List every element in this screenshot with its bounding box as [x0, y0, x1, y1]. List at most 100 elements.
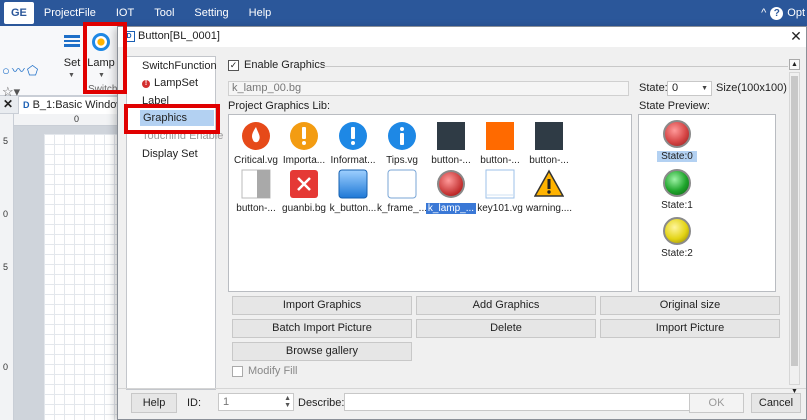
state-preview-list: State:0 State:1 State:2: [638, 114, 776, 292]
ruler-left: 5 0 5 0: [0, 114, 14, 420]
nav-item-label: LampSet: [154, 77, 199, 89]
state-preview-label: State:2: [661, 248, 693, 259]
document-tab[interactable]: D B_1:Basic Window: [18, 96, 130, 114]
ruler-left-tick: 0: [3, 362, 9, 372]
state-preview-item[interactable]: State:0: [657, 120, 697, 166]
collapse-ribbon-icon[interactable]: ^: [761, 7, 766, 19]
dialog-titlebar: D Button[BL_0001] ✕: [118, 27, 806, 47]
state-select[interactable]: 0 ▼: [667, 81, 712, 96]
chevron-down-icon: ▼: [68, 72, 75, 79]
modify-fill-checkbox[interactable]: [232, 365, 243, 377]
library-item-selected[interactable]: k_lamp_...: [426, 167, 476, 227]
nav-item-switchfunction[interactable]: SwitchFunction: [142, 60, 217, 72]
panel-scrollbar[interactable]: [789, 72, 800, 385]
ruler-left-tick: 5: [3, 262, 9, 272]
help-button[interactable]: Help: [131, 393, 177, 413]
set-tool-button[interactable]: Set ▼: [60, 28, 84, 84]
split-button-icon: [241, 169, 271, 199]
graphics-lib-label: Project Graphics Lib:: [228, 100, 331, 112]
scroll-up-icon[interactable]: ▲: [789, 59, 800, 70]
menu-ge[interactable]: GE: [4, 2, 34, 24]
import-graphics-button[interactable]: Import Graphics: [232, 296, 412, 315]
cancel-button[interactable]: Cancel: [751, 393, 801, 413]
close-icon[interactable]: ✕: [3, 97, 13, 111]
modify-fill-row[interactable]: Modify Fill: [232, 365, 298, 377]
graphics-settings-panel: ✓ Enable Graphics ▲ k_lamp_00.bg State: …: [222, 56, 802, 395]
critical-icon: [242, 122, 270, 150]
menu-right-area: ^ ? Opt: [761, 0, 807, 26]
enable-graphics-row[interactable]: ✓ Enable Graphics: [228, 59, 325, 71]
scrollbar-thumb[interactable]: [791, 76, 798, 366]
library-item-label: k_button...: [329, 203, 377, 214]
library-item[interactable]: k_frame_...: [377, 167, 427, 227]
modify-fill-label: Modify Fill: [248, 365, 298, 377]
document-tab-label: B_1:Basic Window: [32, 99, 125, 111]
key-icon: [485, 169, 515, 199]
enable-graphics-label: Enable Graphics: [244, 59, 326, 71]
import-picture-button[interactable]: Import Picture: [600, 319, 780, 338]
blue-button-icon: [338, 169, 368, 199]
state-preview-item[interactable]: State:1: [657, 169, 697, 215]
enable-graphics-checkbox[interactable]: ✓: [228, 59, 239, 71]
library-item-label: button-...: [480, 155, 520, 166]
graphics-highlight-box: [124, 104, 220, 134]
library-item[interactable]: guanbi.bg: [279, 167, 329, 227]
lamp-state-1-icon: [663, 169, 691, 197]
warning-icon: [534, 169, 564, 197]
graphics-library-list: Critical.vg Importa... Informat... Tips.…: [228, 114, 632, 292]
information-icon: [339, 122, 367, 150]
orange-button-icon: [486, 122, 514, 150]
library-item[interactable]: key101.vg: [475, 167, 525, 227]
id-spinbox[interactable]: 1 ▲ ▼: [218, 393, 294, 411]
delete-button[interactable]: Delete: [416, 319, 596, 338]
library-item[interactable]: warning....: [524, 167, 574, 227]
lamp-state-2-icon: [663, 217, 691, 245]
library-item[interactable]: button-...: [231, 167, 281, 227]
state-select-value: 0: [672, 82, 679, 94]
library-item-label: warning....: [525, 203, 573, 214]
ruler-left-tick: 5: [3, 136, 9, 146]
spin-arrows-icon[interactable]: ▲ ▼: [284, 395, 291, 409]
library-item-label: button-...: [236, 203, 276, 214]
menu-options[interactable]: Opt: [787, 7, 805, 19]
menu-tool[interactable]: Tool: [144, 0, 184, 26]
nav-item-display-set[interactable]: Display Set: [142, 148, 198, 160]
state-preview-label: State:0: [657, 151, 697, 162]
close-red-icon: [290, 170, 318, 198]
library-item-label: Tips.vg: [386, 155, 418, 166]
graphic-filename-field: k_lamp_00.bg: [228, 81, 629, 96]
library-item[interactable]: k_button...: [328, 167, 378, 227]
state-preview-label: State Preview:: [639, 100, 710, 112]
button-properties-dialog: D Button[BL_0001] ✕ SwitchFunction ! Lamp…: [117, 26, 807, 420]
help-icon[interactable]: ?: [770, 6, 784, 20]
ok-button[interactable]: OK: [689, 393, 744, 413]
state-preview-item[interactable]: State:2: [657, 217, 697, 263]
size-label: Size(100x100): [716, 82, 787, 94]
close-icon[interactable]: ✕: [788, 28, 804, 45]
library-item-label: k_lamp_...: [426, 203, 476, 214]
dialog-title: Button[BL_0001]: [138, 30, 220, 42]
shape-tools-icons[interactable]: ○〰⬠: [2, 60, 40, 79]
ruler-top-tick: 0: [74, 114, 80, 124]
document-tab-bar: ✕ D B_1:Basic Window: [0, 96, 130, 114]
original-size-button[interactable]: Original size: [600, 296, 780, 315]
important-icon: [290, 122, 318, 150]
browse-gallery-button[interactable]: Browse gallery: [232, 342, 412, 361]
add-graphics-button[interactable]: Add Graphics: [416, 296, 596, 315]
menu-setting[interactable]: Setting: [184, 0, 238, 26]
batch-import-picture-button[interactable]: Batch Import Picture: [232, 319, 412, 338]
window-icon: D: [23, 100, 30, 110]
menu-help[interactable]: Help: [239, 0, 282, 26]
library-item-label: Critical.vg: [234, 155, 278, 166]
dialog-footer: Help ID: 1 ▲ ▼ Describe: OK Cancel: [118, 388, 806, 420]
library-item-label: guanbi.bg: [282, 203, 326, 214]
divider: [324, 66, 788, 67]
ruler-left-tick: 0: [3, 209, 9, 219]
dark-button-icon: [437, 122, 465, 150]
state-preview-label: State:1: [661, 200, 693, 211]
set-icon: [64, 35, 80, 47]
lamp-highlight-box: [83, 22, 127, 94]
red-lamp-icon: [437, 170, 465, 198]
describe-input[interactable]: [344, 393, 740, 411]
nav-item-lampset[interactable]: ! LampSet: [142, 77, 198, 89]
